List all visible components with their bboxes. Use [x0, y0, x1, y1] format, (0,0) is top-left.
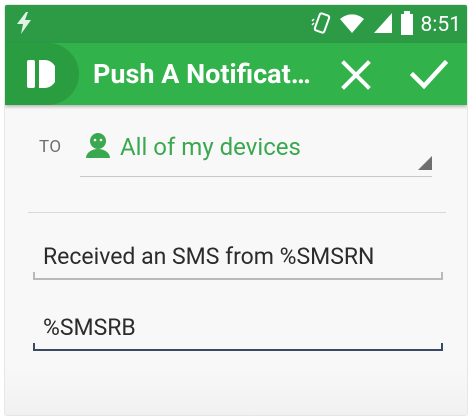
notification-title-field[interactable]: Received an SMS from %SMSRN — [33, 236, 443, 280]
bottom-area — [5, 365, 467, 415]
field-underline — [33, 278, 443, 280]
battery-icon — [400, 11, 413, 39]
notification-body-value: %SMSRB — [43, 314, 136, 341]
status-bar: 8:51 — [5, 5, 467, 43]
wifi-icon — [339, 12, 365, 38]
device-selector-value: All of my devices — [120, 133, 301, 161]
vibrate-icon — [310, 11, 331, 39]
clock: 8:51 — [420, 13, 462, 37]
close-icon — [341, 60, 371, 90]
to-label: TO — [39, 137, 62, 157]
page-title: Push A Notificati… — [93, 58, 313, 90]
flash-icon — [17, 12, 31, 38]
field-edge — [441, 272, 443, 280]
check-icon — [409, 59, 449, 90]
section-divider — [28, 212, 446, 213]
field-underline — [33, 349, 443, 351]
notification-body-field[interactable]: %SMSRB — [33, 307, 443, 351]
field-edge — [441, 343, 443, 351]
signal-icon — [373, 12, 393, 38]
action-bar: Push A Notificati… — [5, 43, 467, 105]
confirm-button[interactable] — [409, 55, 449, 93]
notification-title-value: Received an SMS from %SMSRN — [43, 243, 375, 270]
pushbullet-logo-icon — [5, 56, 57, 96]
app-screen: 8:51 Push A Notificati… TO All of my dev… — [5, 5, 467, 415]
android-icon — [85, 132, 111, 164]
app-logo-button[interactable] — [5, 43, 79, 105]
device-selector-underline — [80, 176, 432, 177]
status-icons: 8:51 — [310, 11, 462, 39]
dropdown-arrow-icon — [418, 155, 432, 174]
device-selector[interactable]: All of my devices — [80, 127, 432, 177]
close-button[interactable] — [338, 57, 374, 93]
